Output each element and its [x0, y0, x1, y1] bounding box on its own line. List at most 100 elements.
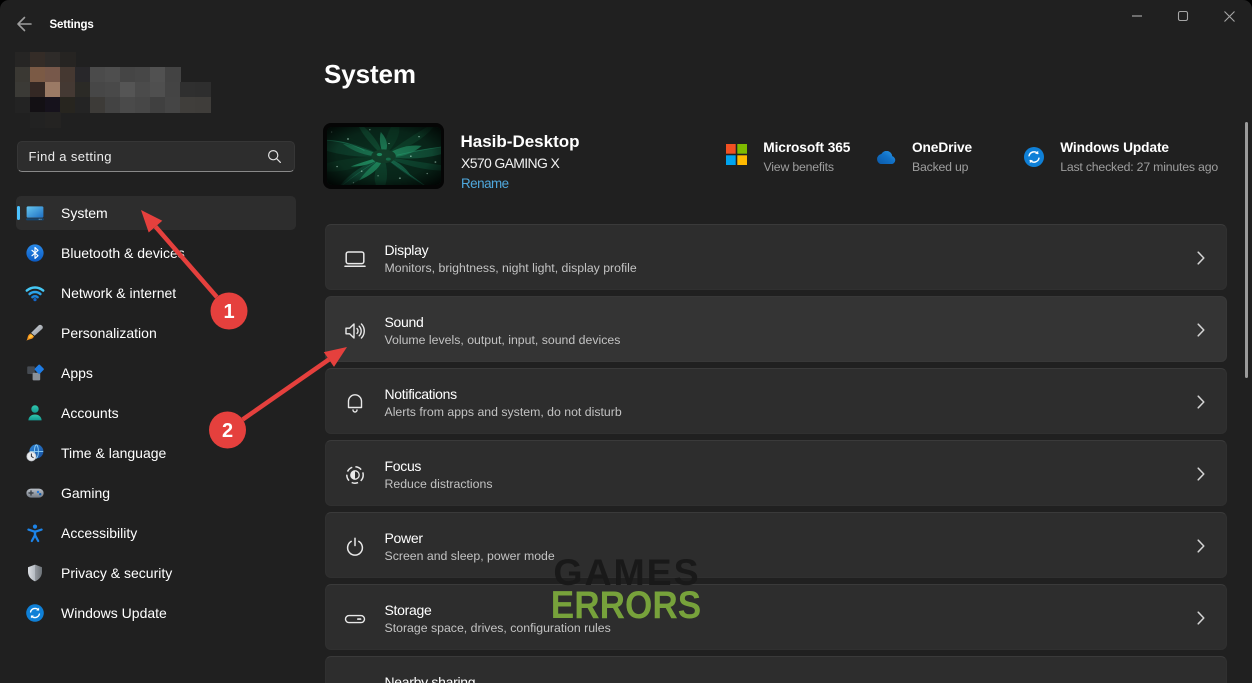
avatar-mosaic-block: [165, 67, 181, 83]
avatar-mosaic-block: [45, 67, 61, 83]
row-title: Sound: [385, 314, 424, 330]
avatar-mosaic-block: [60, 52, 76, 68]
sidebar-item-network-and-internet[interactable]: Network & internet: [16, 276, 296, 310]
sidebar-item-accounts[interactable]: Accounts: [16, 396, 296, 430]
sidebar-item-system[interactable]: System: [16, 196, 296, 230]
chevron-right-icon: [1197, 395, 1205, 409]
avatar-mosaic-block: [105, 82, 121, 98]
sidebar-item-label: Time & language: [61, 436, 166, 470]
row-title: Power: [385, 530, 423, 546]
system-icon: [25, 203, 45, 223]
selected-indicator: [17, 206, 20, 220]
scrollbar-thumb[interactable]: [1245, 122, 1248, 378]
search-box[interactable]: Find a setting: [17, 141, 295, 172]
device-thumbnail: [323, 123, 444, 189]
avatar-mosaic-block: [45, 52, 61, 68]
sidebar-item-time-and-language[interactable]: Time & language: [16, 436, 296, 470]
focus-icon: [343, 463, 367, 487]
maximize-button[interactable]: [1160, 0, 1206, 32]
avatar-mosaic-block: [60, 67, 76, 83]
row-title: Nearby sharing: [385, 674, 476, 683]
row-subtitle: Volume levels, output, input, sound devi…: [385, 333, 621, 347]
chevron-right-icon: [1197, 539, 1205, 553]
avatar-mosaic-block: [195, 97, 211, 113]
avatar-mosaic-block: [15, 52, 31, 68]
watermark-errors: ERRORS: [61, 589, 1190, 624]
close-button[interactable]: [1206, 0, 1252, 32]
row-subtitle: Alerts from apps and system, do not dist…: [385, 405, 622, 419]
settings-row-notifications[interactable]: Notifications Alerts from apps and syste…: [325, 368, 1227, 434]
row-subtitle: Reduce distractions: [385, 477, 493, 491]
sidebar-item-personalization[interactable]: Personalization: [16, 316, 296, 350]
avatar-mosaic-block: [105, 97, 121, 113]
rename-link[interactable]: Rename: [461, 176, 509, 191]
sidebar-item-accessibility[interactable]: Accessibility: [16, 516, 296, 550]
hero-link-view-benefits[interactable]: View benefits: [764, 160, 834, 174]
avatar-mosaic-block: [195, 82, 211, 98]
sound-icon: [343, 319, 367, 343]
bluetooth-and-devices-icon: [25, 243, 45, 263]
search-placeholder: Find a setting: [18, 149, 267, 164]
avatar-mosaic-block: [45, 112, 61, 128]
accessibility-icon: [25, 523, 45, 543]
row-title: Focus: [385, 458, 422, 474]
avatar-mosaic-block: [135, 82, 151, 98]
microsoft-365-logo-icon: [726, 144, 747, 165]
device-name: Hasib-Desktop: [461, 133, 580, 151]
notifications-icon: [343, 391, 367, 415]
row-subtitle: Monitors, brightness, night light, displ…: [385, 261, 637, 275]
avatar-mosaic-block: [135, 97, 151, 113]
avatar-mosaic-block: [180, 97, 196, 113]
avatar-mosaic-block: [135, 67, 151, 83]
sidebar-item-label: System: [61, 196, 108, 230]
avatar-mosaic-block: [45, 97, 61, 113]
accounts-icon: [25, 403, 45, 423]
settings-window: Settings Find a setting SystemBluetooth …: [0, 0, 1252, 683]
sidebar-item-label: Personalization: [61, 316, 157, 350]
chevron-right-icon: [1197, 251, 1205, 265]
hero-title-onedrive: OneDrive: [912, 141, 972, 155]
sidebar-item-apps[interactable]: Apps: [16, 356, 296, 390]
sidebar-item-label: Accessibility: [61, 516, 137, 550]
avatar-mosaic-block: [150, 82, 166, 98]
device-model: X570 GAMING X: [461, 155, 559, 171]
time-and-language-icon: [25, 443, 45, 463]
avatar-mosaic-block: [90, 97, 106, 113]
settings-row-focus[interactable]: Focus Reduce distractions: [325, 440, 1227, 506]
settings-row-display[interactable]: Display Monitors, brightness, night ligh…: [325, 224, 1227, 290]
settings-row-sound[interactable]: Sound Volume levels, output, input, soun…: [325, 296, 1227, 362]
row-title: Display: [385, 242, 429, 258]
sidebar-item-label: Network & internet: [61, 276, 176, 310]
avatar-mosaic-block: [150, 67, 166, 83]
sidebar-item-label: Bluetooth & devices: [61, 236, 185, 270]
page-title: System: [324, 60, 416, 88]
avatar-mosaic-block: [165, 82, 181, 98]
hero-status-last-checked: Last checked: 27 minutes ago: [1060, 160, 1218, 174]
onedrive-icon: [876, 151, 896, 165]
avatar-mosaic-block: [30, 97, 46, 113]
windows-update-icon: [25, 603, 45, 623]
avatar-mosaic-block: [60, 97, 76, 113]
avatar-mosaic-block: [30, 67, 46, 83]
avatar-mosaic-block: [120, 67, 136, 83]
settings-row-nearby-sharing[interactable]: Nearby sharing: [325, 656, 1227, 683]
gaming-icon: [25, 483, 45, 503]
display-icon: [343, 247, 367, 271]
avatar-mosaic-block: [15, 67, 31, 83]
windows-update-status-icon: [1024, 147, 1044, 167]
sidebar-item-gaming[interactable]: Gaming: [16, 476, 296, 510]
avatar-mosaic-block: [90, 67, 106, 83]
sidebar-item-bluetooth-and-devices[interactable]: Bluetooth & devices: [16, 236, 296, 270]
close-icon: [1223, 10, 1236, 23]
avatar-mosaic-block: [60, 82, 76, 98]
avatar-mosaic-block: [150, 97, 166, 113]
hero-title-microsoft365: Microsoft 365: [763, 141, 850, 155]
avatar-mosaic-block: [30, 112, 46, 128]
hero-status-backed-up: Backed up: [912, 160, 968, 174]
minimize-icon: [1131, 10, 1143, 22]
apps-icon: [25, 363, 45, 383]
minimize-button[interactable]: [1114, 0, 1160, 32]
avatar-mosaic-block: [75, 67, 91, 83]
avatar-mosaic-block: [45, 82, 61, 98]
nearby-sharing-icon: [343, 679, 367, 683]
